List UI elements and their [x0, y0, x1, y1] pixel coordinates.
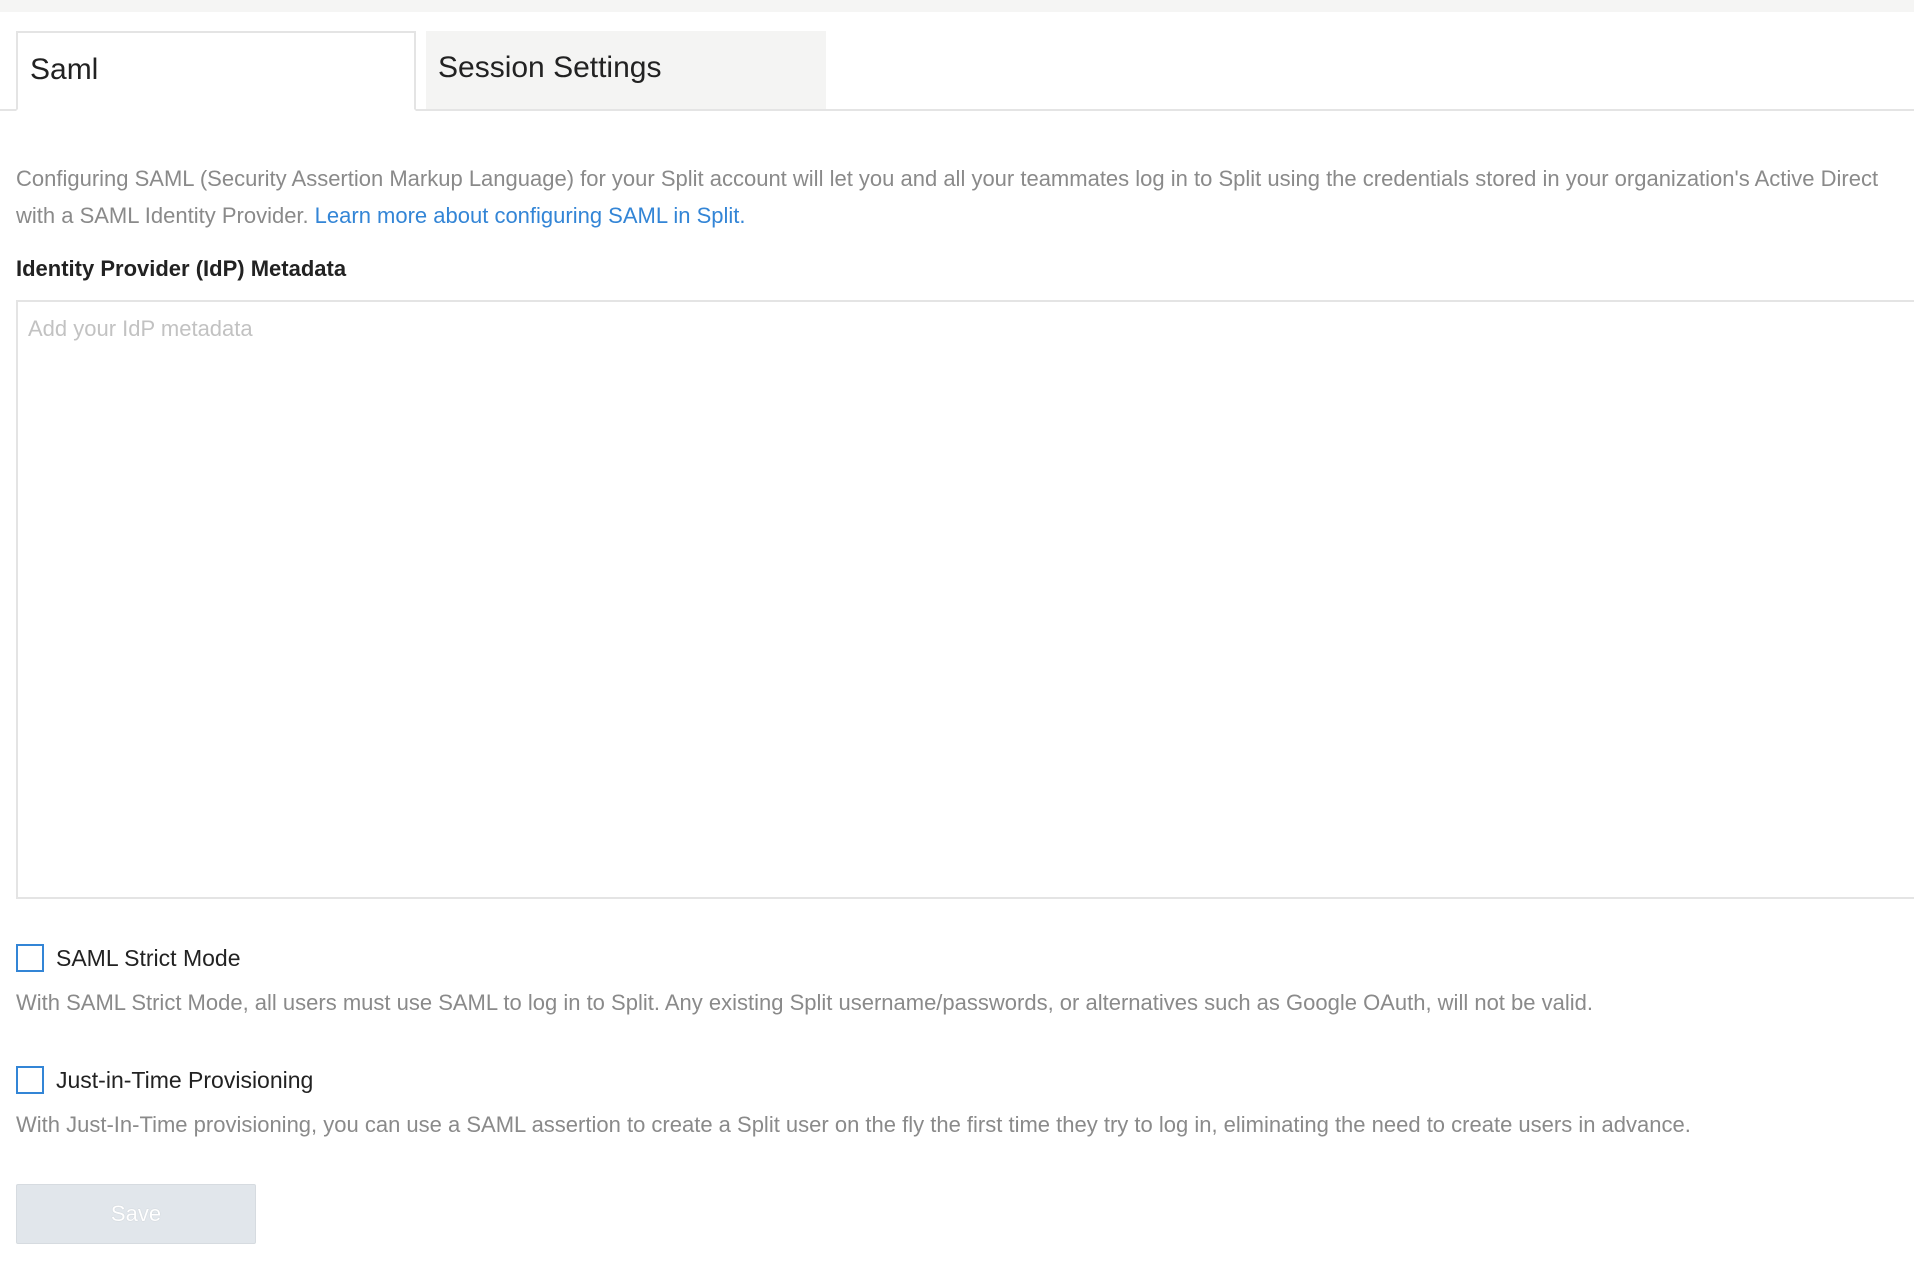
- saml-description: Configuring SAML (Security Assertion Mar…: [16, 160, 1914, 234]
- tab-bar: Saml Session Settings: [0, 31, 1914, 111]
- jit-provisioning-checkbox[interactable]: [16, 1066, 44, 1094]
- jit-provisioning-help: With Just-In-Time provisioning, you can …: [16, 1112, 1691, 1137]
- description-line-1: Configuring SAML (Security Assertion Mar…: [16, 166, 1879, 191]
- idp-metadata-label: Identity Provider (IdP) Metadata: [16, 256, 347, 281]
- idp-metadata-input[interactable]: [16, 300, 1914, 899]
- learn-more-link[interactable]: Learn more about configuring SAML in Spl…: [315, 203, 746, 228]
- top-strip: [0, 0, 1914, 12]
- tab-saml[interactable]: Saml: [16, 31, 416, 111]
- description-line-2-text: with a SAML Identity Provider.: [16, 203, 309, 228]
- description-line-2: with a SAML Identity Provider. Learn more…: [16, 197, 1914, 234]
- saml-strict-mode-row: SAML Strict Mode: [16, 944, 240, 972]
- tab-session-settings[interactable]: Session Settings: [426, 31, 826, 109]
- save-button[interactable]: Save: [16, 1184, 256, 1244]
- saml-strict-mode-checkbox[interactable]: [16, 944, 44, 972]
- jit-provisioning-row: Just-in-Time Provisioning: [16, 1066, 313, 1094]
- saml-strict-mode-label: SAML Strict Mode: [56, 944, 241, 971]
- jit-provisioning-label: Just-in-Time Provisioning: [56, 1066, 314, 1093]
- saml-strict-mode-help: With SAML Strict Mode, all users must us…: [16, 990, 1593, 1015]
